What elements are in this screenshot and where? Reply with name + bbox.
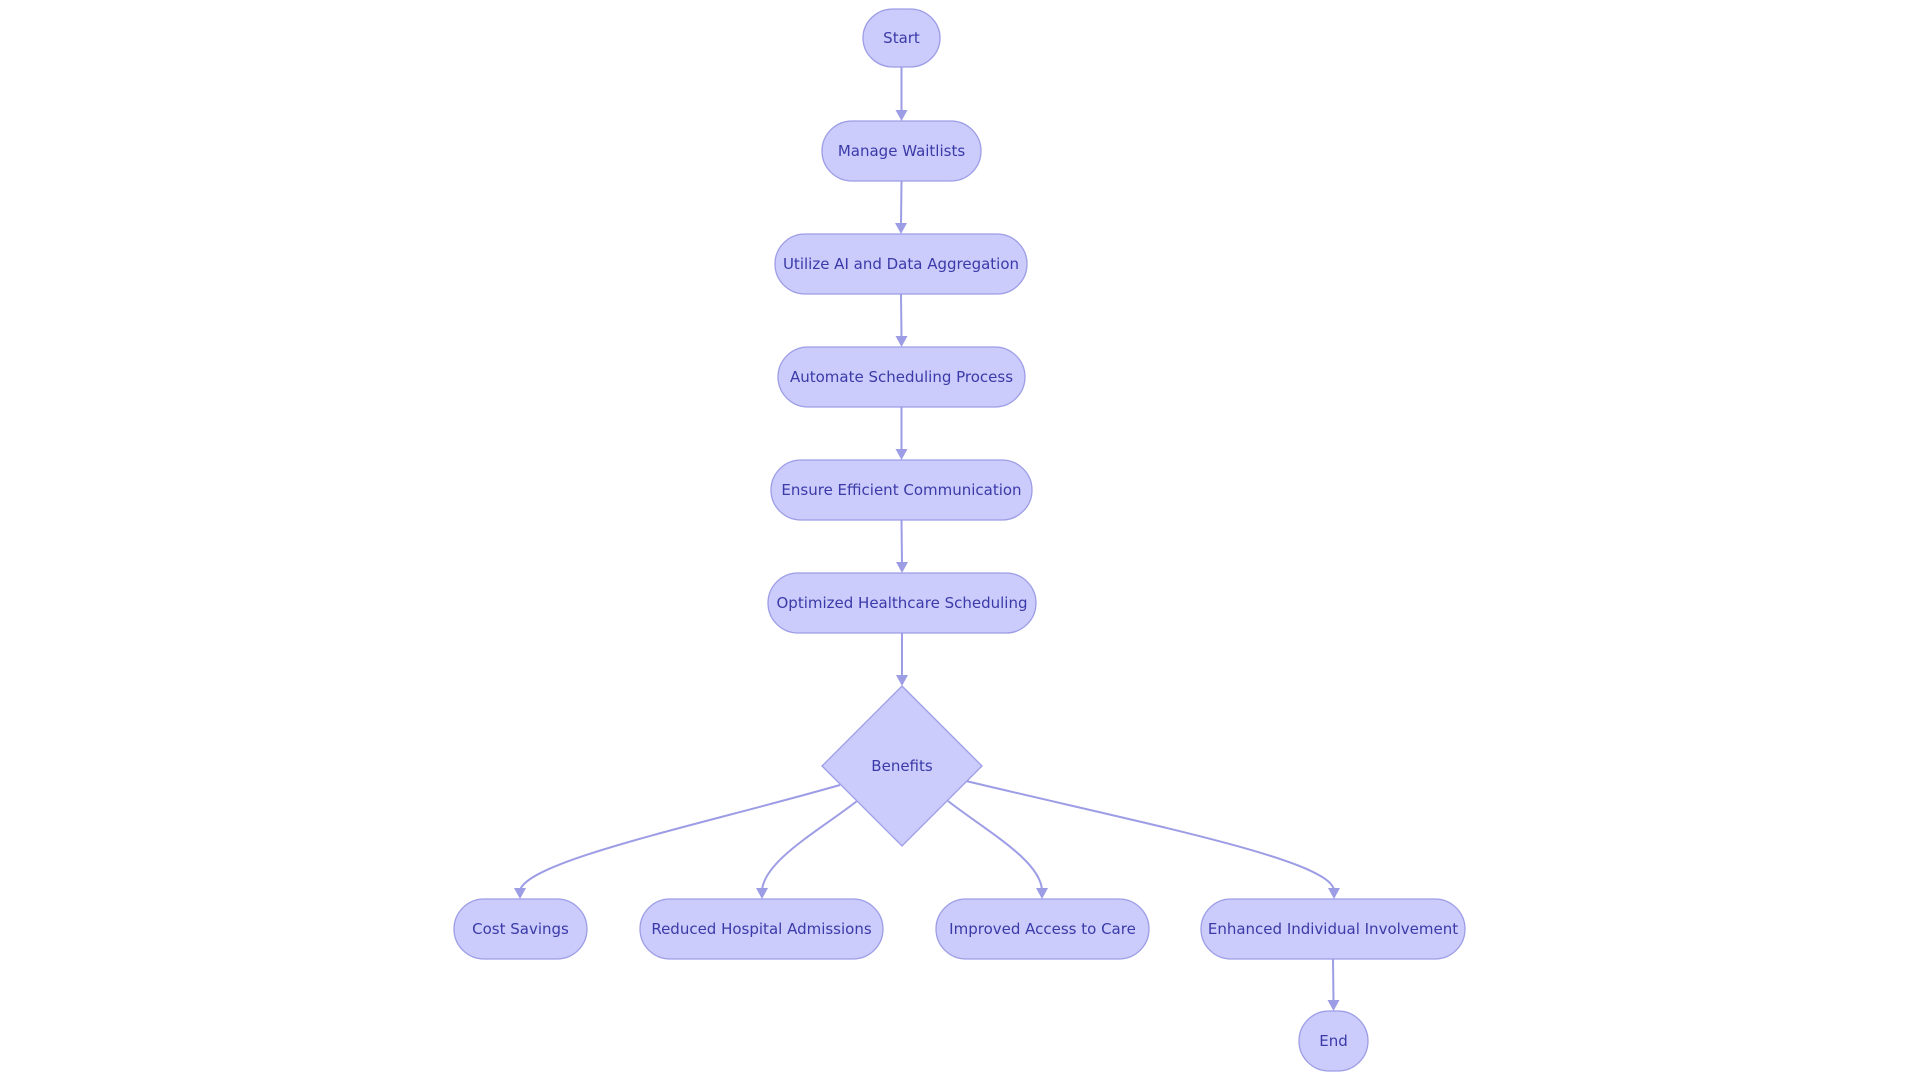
node-label: Ensure Efficient Communication (781, 481, 1021, 499)
edge-line (947, 800, 1043, 891)
node-ensure[interactable]: Ensure Efficient Communication (770, 459, 1033, 521)
edge-ensure-optimized (896, 519, 908, 573)
node-label: Benefits (871, 757, 933, 775)
node-utilize[interactable]: Utilize AI and Data Aggregation (774, 233, 1028, 295)
edge-line (761, 800, 858, 891)
arrowhead-icon (896, 562, 908, 573)
edge-benefits-improved (947, 800, 1048, 899)
edge-benefits-cost (514, 784, 841, 899)
arrowhead-icon (895, 336, 908, 347)
node-cost[interactable]: Cost Savings (453, 898, 588, 960)
arrowhead-icon (514, 888, 526, 899)
edge-line (519, 784, 841, 891)
node-label: Improved Access to Care (949, 920, 1136, 938)
edge-line (965, 780, 1335, 891)
edge-manage-utilize (895, 180, 907, 234)
node-label: End (1319, 1032, 1348, 1050)
arrowhead-icon (1036, 888, 1048, 899)
edge-start-manage (895, 67, 908, 121)
node-manage[interactable]: Manage Waitlists (821, 120, 982, 182)
arrowhead-icon (895, 449, 908, 460)
arrowhead-icon (756, 888, 768, 899)
node-label: Utilize AI and Data Aggregation (783, 255, 1019, 273)
edge-benefits-reduced (756, 800, 858, 899)
edge-line (900, 519, 903, 565)
node-label: Optimized Healthcare Scheduling (777, 594, 1028, 612)
node-improved[interactable]: Improved Access to Care (935, 898, 1150, 960)
edge-enhanced-end (1327, 958, 1340, 1011)
node-label: Automate Scheduling Process (790, 368, 1013, 386)
node-enhanced[interactable]: Enhanced Individual Involvement (1200, 898, 1466, 960)
node-automate[interactable]: Automate Scheduling Process (777, 346, 1026, 408)
node-label: Cost Savings (472, 920, 569, 938)
node-end[interactable]: End (1298, 1010, 1369, 1072)
node-reduced[interactable]: Reduced Hospital Admissions (639, 898, 884, 960)
edge-line (900, 293, 903, 339)
node-label: Start (883, 29, 920, 47)
flowchart: Start Manage Waitlists Utilize AI and Data… (453, 8, 1466, 1072)
arrowhead-icon (1328, 888, 1340, 899)
node-label: Manage Waitlists (838, 142, 965, 160)
node-start[interactable]: Start (862, 8, 941, 68)
node-benefits[interactable]: Benefits (821, 685, 983, 847)
edge-benefits-enhanced (965, 780, 1340, 899)
edge-optimized-benefits (896, 633, 908, 686)
arrowhead-icon (895, 110, 908, 121)
node-label: Reduced Hospital Admissions (651, 920, 872, 938)
arrowhead-icon (1327, 1000, 1340, 1011)
edge-line (900, 180, 903, 226)
arrowhead-icon (896, 675, 908, 686)
edge-line (1332, 958, 1335, 1003)
edge-utilize-automate (895, 293, 908, 347)
arrowhead-icon (895, 223, 907, 234)
node-optimized[interactable]: Optimized Healthcare Scheduling (767, 572, 1037, 634)
edge-automate-ensure (895, 407, 908, 460)
node-label: Enhanced Individual Involvement (1208, 920, 1458, 938)
